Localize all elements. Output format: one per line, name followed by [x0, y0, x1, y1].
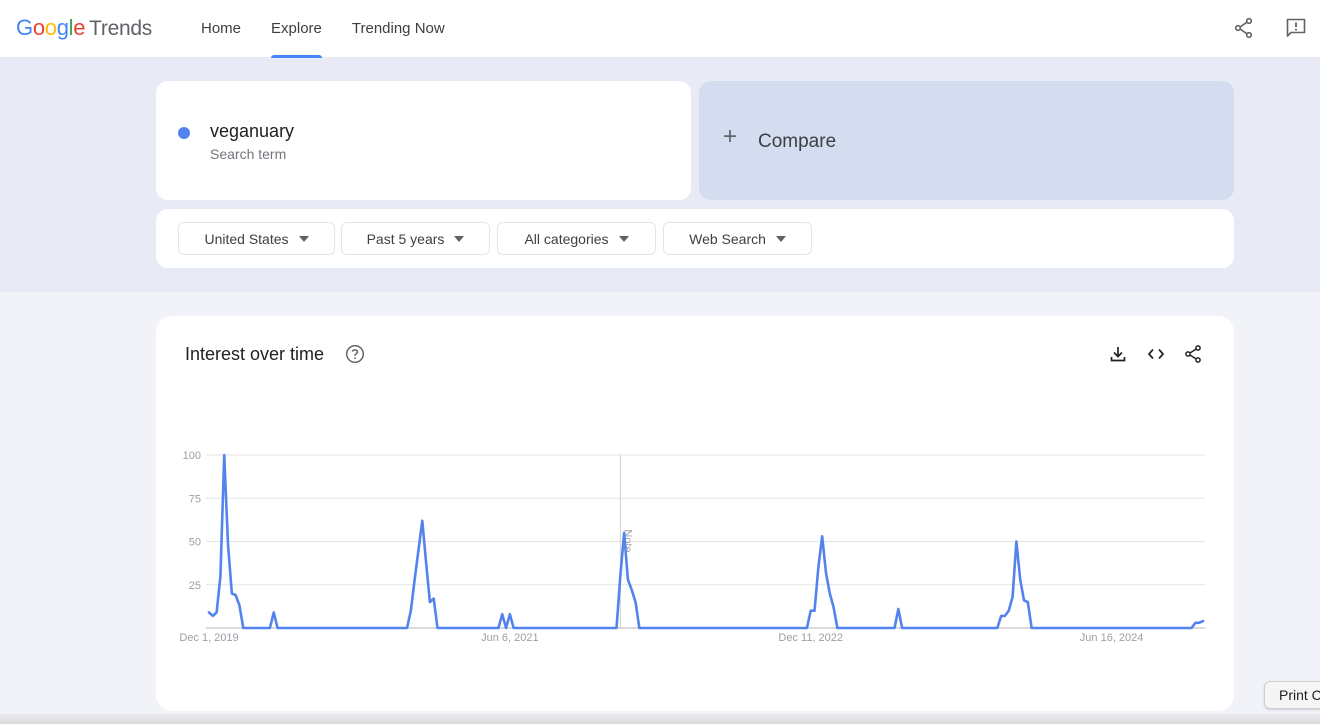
x-tick-label: Dec 11, 2022: [778, 632, 843, 644]
filter-category[interactable]: All categories: [497, 222, 656, 255]
feedback-icon[interactable]: [1284, 16, 1308, 40]
filter-time-range-label: Past 5 years: [366, 230, 445, 247]
filter-region[interactable]: United States: [178, 222, 335, 255]
main-nav: Home Explore Trending Now: [186, 0, 460, 58]
filter-search-type-label: Web Search: [689, 230, 766, 247]
caret-down-icon: [618, 235, 629, 242]
google-trends-logo[interactable]: Google Trends: [16, 15, 152, 41]
logo-letter: o: [44, 15, 57, 40]
filter-region-label: United States: [204, 230, 289, 247]
caret-down-icon: [454, 235, 465, 242]
logo-letter: o: [32, 15, 45, 40]
search-term-type: Search term: [210, 146, 287, 162]
share-icon[interactable]: [1232, 16, 1256, 40]
compare-button[interactable]: + Compare: [699, 81, 1234, 200]
print-tooltip: Print C: [1264, 681, 1320, 709]
compare-label: Compare: [758, 131, 837, 152]
interest-over-time-card: Interest over time 25 50 75 100 Dec 1, 2019 J…: [156, 316, 1234, 711]
y-tick-label: 100: [183, 450, 201, 462]
caret-down-icon: [298, 235, 309, 242]
nav-home[interactable]: Home: [186, 0, 256, 58]
filter-category-label: All categories: [524, 230, 609, 247]
caret-down-icon: [775, 235, 786, 242]
logo-letter: g: [56, 15, 69, 40]
search-term[interactable]: veganuary: [210, 121, 294, 142]
logo-letter: G: [16, 15, 33, 40]
bottom-edge: [0, 714, 1320, 724]
y-tick-label: 50: [189, 537, 201, 549]
logo-letter: e: [73, 15, 86, 40]
filter-bar: United States Past 5 years All categorie…: [156, 209, 1234, 268]
series-color-dot: [178, 127, 190, 139]
filter-search-type[interactable]: Web Search: [663, 222, 812, 255]
search-term-card[interactable]: veganuary Search term: [156, 81, 691, 200]
x-tick-label: Jun 6, 2021: [481, 632, 539, 644]
logo-product: Trends: [89, 17, 152, 40]
nav-trending-now[interactable]: Trending Now: [337, 0, 460, 58]
nav-explore[interactable]: Explore: [256, 0, 337, 58]
interest-chart[interactable]: 25 50 75 100 Dec 1, 2019 Jun 6, 2021 Dec 11, 2…: [156, 316, 1234, 711]
plus-icon: +: [723, 123, 738, 150]
x-tick-label: Dec 1, 2019: [179, 632, 238, 644]
y-tick-label: 75: [189, 493, 201, 505]
x-tick-label: Jun 16, 2024: [1080, 632, 1144, 644]
top-bar: Google Trends Home Explore Trending Now: [0, 0, 1320, 58]
y-tick-label: 25: [189, 580, 201, 592]
filter-time-range[interactable]: Past 5 years: [341, 222, 490, 255]
